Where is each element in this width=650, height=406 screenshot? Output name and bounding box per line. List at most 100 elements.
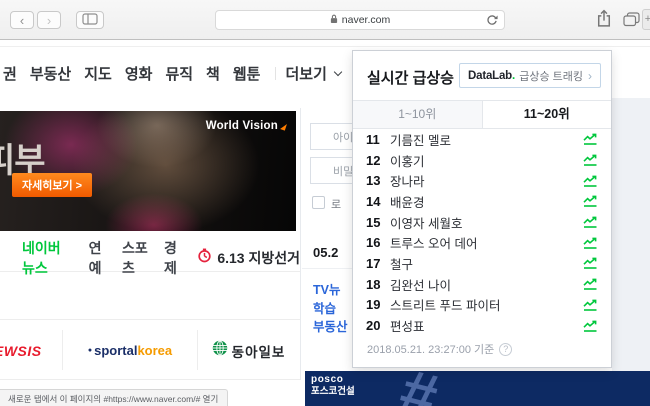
trending-item[interactable]: 19 스트리트 푸드 파이터: [366, 295, 598, 316]
trend-chart-icon[interactable]: [583, 237, 598, 249]
trending-timestamp: 2018.05.21. 23:27:00 기준: [367, 344, 495, 356]
right-column-links: TV뉴 학습 부동산: [313, 279, 348, 335]
sidebar-icon: [82, 12, 98, 28]
chevron-down-icon: [333, 67, 343, 76]
trending-title: 스트리트 푸드 파이터: [390, 299, 501, 314]
ad-cta-button[interactable]: 자세히보기 >: [12, 173, 93, 197]
donga-text: 동아일보: [231, 344, 286, 360]
forward-button[interactable]: ›: [37, 11, 61, 29]
new-tab-button[interactable]: +: [642, 9, 650, 30]
share-icon[interactable]: [596, 9, 612, 31]
refresh-icon[interactable]: [486, 14, 498, 32]
display-ad-banner[interactable]: 피부 World Vision 자세히보기 >: [0, 111, 296, 231]
nav-item-4[interactable]: 뮤직: [165, 63, 193, 84]
donga-ilbo-logo[interactable]: 동아일보: [197, 340, 300, 361]
keep-login-label: 로: [331, 199, 342, 211]
datalab-tracking-button[interactable]: DataLab . 급상승 트래킹 ›: [459, 63, 601, 88]
election-clock-icon: [197, 248, 212, 268]
trending-title: 이영자 세월호: [390, 216, 463, 231]
trending-rank: 18: [366, 276, 381, 292]
nav-item-2[interactable]: 지도: [84, 63, 112, 84]
trending-item[interactable]: 17 철구: [366, 253, 598, 274]
trending-rank: 17: [366, 255, 381, 271]
posco-logo: posco 포스코건설: [311, 374, 355, 397]
trending-title: 김완선 나이: [390, 278, 451, 293]
nav-divider: [275, 66, 277, 80]
trending-rank: 19: [366, 297, 381, 313]
trending-rank: 11: [366, 131, 380, 147]
trend-chart-icon[interactable]: [583, 278, 598, 290]
trending-title: 트루스 오어 데어: [390, 237, 478, 252]
keep-login-checkbox[interactable]: [312, 196, 325, 209]
press-logo-row: EWSIS ● sportal korea 동아일보: [0, 320, 300, 380]
world-vision-text: World Vision: [205, 120, 278, 132]
trend-chart-icon[interactable]: [583, 320, 598, 332]
trend-chart-icon[interactable]: [583, 195, 598, 208]
page-background-strip: [612, 98, 650, 371]
trend-chart-icon[interactable]: [583, 216, 598, 228]
trending-rank: 16: [366, 235, 381, 251]
posco-logo-text: posco: [311, 374, 344, 385]
trend-chart-icon[interactable]: [583, 154, 598, 166]
right-column-link-0[interactable]: TV뉴: [313, 279, 348, 298]
page-divider: [0, 46, 650, 47]
trending-item[interactable]: 15 이영자 세월호: [366, 212, 598, 233]
news-bar: 네이버뉴스 연예 스포츠 경제 6.13 지방선거: [0, 240, 300, 276]
posco-ad-banner[interactable]: posco 포스코건설 #: [305, 371, 650, 406]
trending-title: 철구: [390, 257, 414, 272]
trending-item[interactable]: 14 배윤경: [366, 191, 598, 212]
trending-tab-1[interactable]: 11~20위: [481, 101, 611, 128]
datalab-dot: .: [512, 69, 516, 82]
trend-chart-icon[interactable]: [583, 175, 598, 187]
shortcut-toolbar: ⚙ ‹ ›: [0, 272, 300, 320]
help-icon[interactable]: ?: [499, 342, 513, 356]
trending-title: 배윤경: [390, 195, 425, 210]
trending-item[interactable]: 12 이홍기: [366, 150, 598, 171]
nav-item-5[interactable]: 책: [206, 63, 220, 84]
right-column-date: 05.2: [313, 245, 339, 260]
datalab-brand: DataLab: [468, 69, 513, 82]
newsis-logo[interactable]: EWSIS: [0, 343, 42, 359]
trending-rank: 13: [366, 173, 381, 189]
trend-chart-icon[interactable]: [583, 257, 598, 270]
right-column-link-1[interactable]: 학습: [313, 298, 348, 317]
trending-item[interactable]: 11 기름진 멜로: [366, 129, 598, 150]
datalab-label: 급상승 트래킹: [519, 70, 583, 83]
trending-item[interactable]: 20 편성표: [366, 315, 598, 336]
right-column-link-2[interactable]: 부동산: [313, 316, 348, 335]
world-vision-logo: World Vision: [205, 120, 287, 132]
chevron-right-icon: ›: [588, 68, 592, 83]
nav-item-1[interactable]: 부동산: [30, 63, 71, 84]
nav-item-0[interactable]: 권: [3, 63, 17, 84]
trending-rank: 12: [366, 152, 381, 168]
hashtag-graphic: #: [392, 371, 444, 406]
trending-rank: 20: [366, 318, 381, 334]
election-link[interactable]: 6.13 지방선거: [197, 248, 300, 268]
back-button[interactable]: ‹: [10, 11, 34, 29]
trending-item[interactable]: 18 김완선 나이: [366, 274, 598, 295]
sidebar-toggle-button[interactable]: [76, 11, 104, 29]
trending-tab-0[interactable]: 1~10위: [353, 101, 482, 128]
main-nav-list: 권 부동산 지도 영화 뮤직 책 웹툰: [3, 63, 273, 84]
sportal-dot-icon: ●: [87, 347, 93, 354]
posco-enc-text: 포스코건설: [311, 385, 355, 397]
trending-title: 장나라: [390, 175, 425, 190]
trend-chart-icon[interactable]: [583, 133, 598, 146]
trending-item[interactable]: 13 장나라: [366, 170, 598, 191]
trending-title: 기름진 멜로: [390, 133, 451, 148]
trending-list: 11 기름진 멜로 12 이홍기 13 장나라 14 배윤경 15 이영자 세월호 16 트루스 오어…: [353, 129, 611, 336]
address-bar[interactable]: naver.com: [215, 10, 505, 30]
trending-rank: 14: [366, 193, 381, 209]
sportalkorea-logo[interactable]: ● sportal korea: [63, 343, 197, 358]
nav-more-button[interactable]: 더보기: [285, 63, 343, 84]
nav-item-3[interactable]: 영화: [125, 63, 153, 84]
trending-item[interactable]: 16 트루스 오어 데어: [366, 232, 598, 253]
browser-status-bar: 새로운 탭에서 이 페이지의 #https://www.naver.com/# …: [0, 389, 229, 406]
browser-chrome: ‹ › naver.com +: [0, 0, 650, 40]
trend-chart-icon[interactable]: [583, 299, 598, 311]
trending-title: 편성표: [390, 320, 425, 335]
nav-item-6[interactable]: 웹툰: [233, 63, 261, 84]
world-vision-star-icon: [280, 121, 287, 131]
nav-more-label: 더보기: [285, 65, 327, 83]
tab-overview-icon[interactable]: [623, 12, 640, 30]
